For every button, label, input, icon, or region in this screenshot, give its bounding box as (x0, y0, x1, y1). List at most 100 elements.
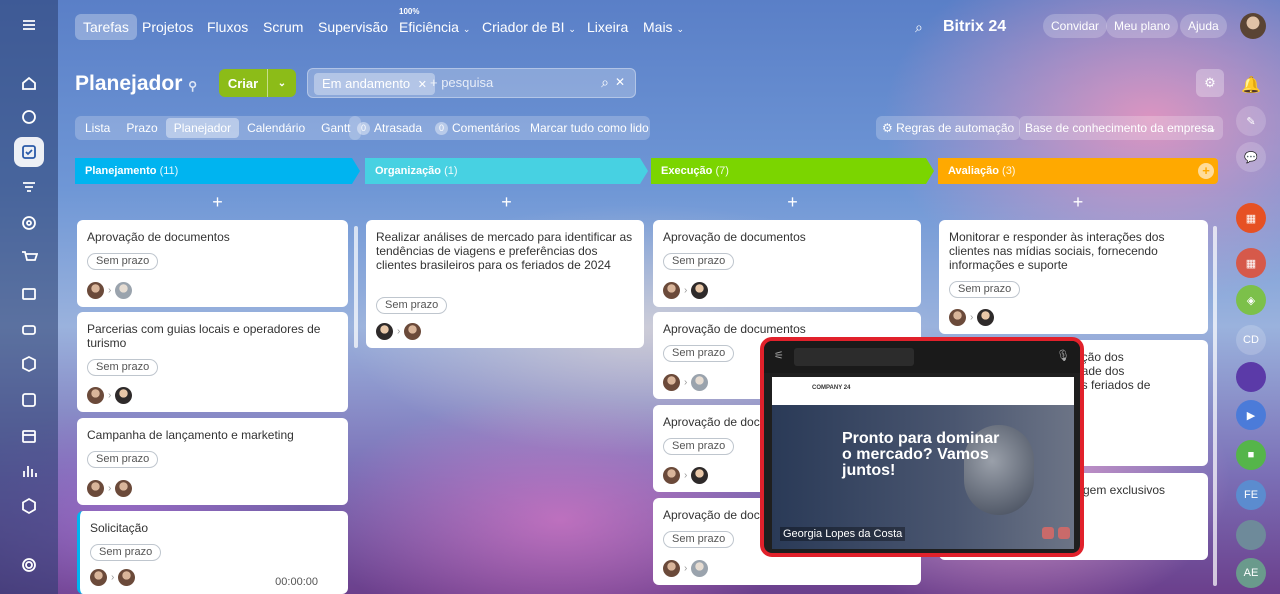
deadline-badge[interactable]: Sem prazo (949, 281, 1021, 298)
task-card[interactable]: Aprovação de documentos Sem prazo › (653, 220, 921, 307)
cube-icon[interactable]: ◈ (1236, 285, 1266, 315)
view-lista[interactable]: Lista (77, 118, 118, 138)
add-task-planejamento[interactable]: + (75, 192, 360, 212)
user-initials[interactable]: AE (1236, 558, 1266, 588)
inbox-icon[interactable] (14, 385, 44, 415)
avatar[interactable] (118, 569, 136, 586)
search-icon[interactable]: ⌕ (601, 74, 609, 91)
add-task-avaliacao[interactable]: + (938, 192, 1218, 212)
avatar[interactable] (87, 387, 104, 404)
video-icon[interactable]: ▶ (1236, 400, 1266, 430)
search-icon[interactable]: ⌕ (915, 14, 923, 40)
deadline-badge[interactable]: Sem prazo (87, 253, 159, 270)
add-task-execucao[interactable]: + (651, 192, 934, 212)
analytics-icon[interactable] (14, 456, 44, 486)
avatar[interactable] (115, 387, 133, 404)
avatar[interactable] (1236, 520, 1266, 550)
task-title[interactable]: Aprovação de documentos (663, 230, 911, 244)
avatar[interactable] (115, 282, 133, 299)
user-initials[interactable]: CD (1236, 325, 1266, 355)
task-title[interactable]: Campanha de lançamento e marketing (87, 428, 338, 442)
view-planejador[interactable]: Planejador (165, 118, 240, 138)
address-bar[interactable] (794, 348, 914, 366)
avatar[interactable] (87, 480, 104, 497)
calendar-icon[interactable]: ▦ (1236, 203, 1266, 233)
help-button[interactable]: Ajuda (1180, 14, 1227, 38)
settings-icon[interactable]: ⚙ (1196, 69, 1224, 97)
avatar[interactable] (87, 282, 104, 299)
automation-rules-button[interactable]: ⚙ Regras de automação (876, 116, 1021, 140)
deadline-badge[interactable]: Sem prazo (663, 438, 735, 455)
view-calendario[interactable]: Calendário (239, 118, 313, 138)
task-card[interactable]: Campanha de lançamento e marketing Sem p… (77, 418, 348, 505)
nav-projetos[interactable]: Projetos (142, 14, 193, 40)
bell-icon[interactable]: 🔔 (1236, 70, 1266, 100)
home-icon[interactable] (14, 68, 44, 98)
task-card[interactable]: Solicitação Sem prazo › 00:00:00 (77, 511, 348, 594)
calendar-icon[interactable] (14, 421, 44, 451)
deadline-badge[interactable]: Sem prazo (663, 345, 735, 362)
avatar[interactable] (977, 309, 995, 326)
column-organizacao[interactable]: Organização (1) (365, 158, 648, 184)
task-title[interactable]: Aprovação de documentos (663, 322, 911, 336)
pen-icon[interactable]: ✎ (1236, 106, 1266, 136)
create-button[interactable]: Criar ⌄ (219, 69, 296, 97)
nav-eficiencia[interactable]: Eficiência ⌄ (399, 14, 470, 40)
nav-scrum[interactable]: Scrum (263, 14, 303, 40)
target-icon[interactable] (14, 208, 44, 238)
filter-chip[interactable]: Em andamento ✕ (314, 73, 436, 95)
avatar[interactable] (691, 374, 709, 391)
nav-lixeira[interactable]: Lixeira (587, 14, 628, 40)
search-input[interactable]: + pesquisa (430, 75, 493, 90)
task-card[interactable]: Realizar análises de mercado para identi… (366, 220, 644, 348)
tasks-icon[interactable] (14, 137, 44, 167)
video-call-icon[interactable]: ■ (1236, 440, 1266, 470)
chevron-down-icon[interactable]: ⌄ (267, 69, 296, 97)
mic-icon[interactable]: 🎙 (1056, 349, 1070, 362)
scrollbar[interactable] (354, 226, 358, 348)
scrollbar[interactable] (1213, 226, 1217, 586)
add-column-icon[interactable]: + (1198, 163, 1214, 179)
chat-icon[interactable]: 💬 (1236, 142, 1266, 172)
deadline-badge[interactable]: Sem prazo (87, 359, 159, 376)
avatar[interactable] (663, 374, 680, 391)
avatar[interactable] (1236, 362, 1266, 392)
pin-icon[interactable]: ⚲ (188, 79, 197, 93)
avatar[interactable] (404, 323, 422, 340)
avatar[interactable] (663, 282, 680, 299)
hexagon-icon[interactable] (14, 491, 44, 521)
nav-bi[interactable]: Criador de BI ⌄ (482, 14, 576, 40)
add-task-organizacao[interactable]: + (365, 192, 648, 212)
task-timer[interactable]: 00:00:00 (275, 576, 318, 588)
deadline-badge[interactable]: Sem prazo (663, 531, 735, 548)
video-call-popup[interactable]: ⚟ 🎙 COMPANY 24 Pronto para dominar o mer… (760, 337, 1084, 557)
hangup-icon[interactable] (1042, 527, 1054, 539)
gear-icon[interactable] (14, 550, 44, 580)
nav-mais[interactable]: Mais ⌄ (643, 14, 684, 40)
settings-icon[interactable]: ⚟ (774, 349, 784, 362)
close-icon[interactable]: ✕ (615, 75, 625, 89)
nav-fluxos[interactable]: Fluxos (207, 14, 248, 40)
comments-label[interactable]: Comentários (452, 121, 520, 135)
view-prazo[interactable]: Prazo (118, 118, 165, 138)
task-card[interactable]: Parcerias com guias locais e operadores … (77, 312, 348, 412)
task-card[interactable]: Aprovação de documentos Sem prazo › (77, 220, 348, 307)
box-icon[interactable] (14, 349, 44, 379)
filter-icon[interactable] (14, 172, 44, 202)
task-card[interactable]: Monitorar e responder às interações dos … (939, 220, 1208, 334)
avatar[interactable] (691, 282, 709, 299)
avatar[interactable] (691, 560, 709, 577)
knowledge-base-button[interactable]: Base de conhecimento da empresa ⌄ (1019, 116, 1223, 140)
avatar[interactable] (949, 309, 966, 326)
task-title[interactable]: Solicitação (90, 521, 338, 535)
overdue-label[interactable]: Atrasada (374, 121, 422, 135)
deadline-badge[interactable]: Sem prazo (90, 544, 162, 561)
task-title[interactable]: Aprovação de documentos (87, 230, 338, 244)
deadline-badge[interactable]: Sem prazo (376, 297, 448, 314)
nav-tarefas[interactable]: Tarefas (75, 14, 137, 40)
close-icon[interactable]: ✕ (418, 79, 427, 91)
chat-icon[interactable] (14, 102, 44, 132)
invite-button[interactable]: Convidar (1043, 14, 1108, 38)
column-planejamento[interactable]: Planejamento (11) (75, 158, 360, 184)
task-title[interactable]: Realizar análises de mercado para identi… (376, 230, 634, 288)
